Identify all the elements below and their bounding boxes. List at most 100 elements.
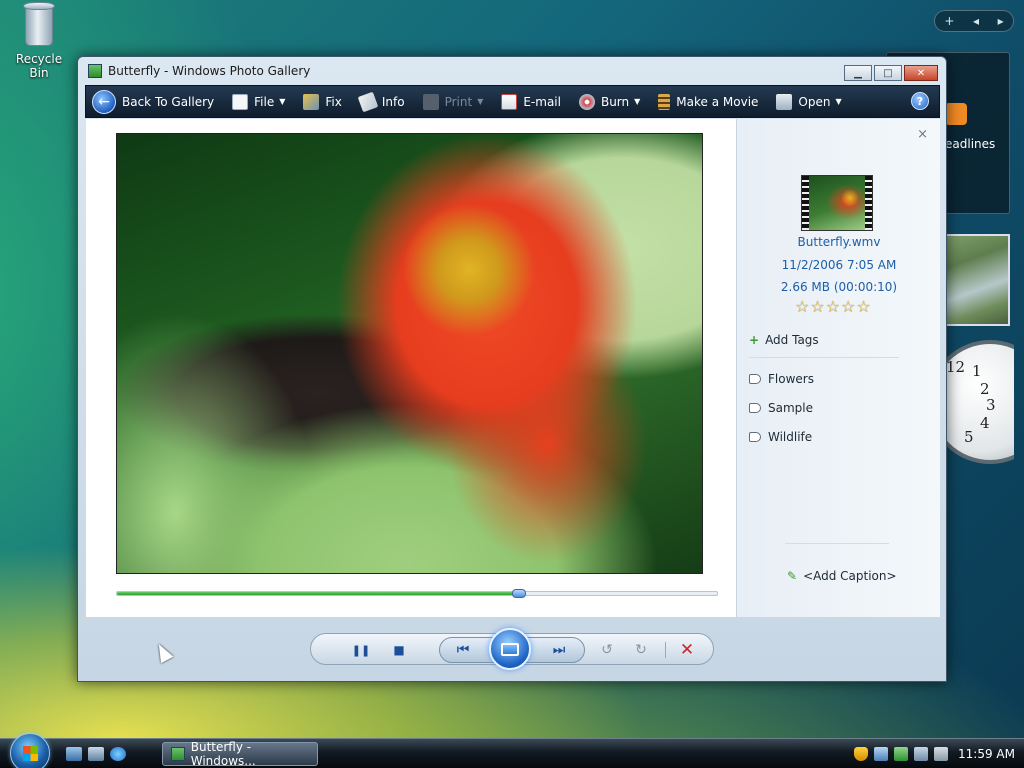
chevron-down-icon: ▼ xyxy=(835,97,842,106)
file-name[interactable]: Butterfly.wmv xyxy=(737,235,941,249)
tag-label: Wildlife xyxy=(768,430,813,444)
tag-label: Sample xyxy=(768,401,813,415)
recycle-bin-icon xyxy=(22,2,56,46)
security-shield-icon[interactable] xyxy=(854,747,868,761)
file-size: 2.66 MB (00:00:10) xyxy=(780,280,898,294)
playback-controls: ❚❚ ■ ⏮ ⏭ ↺ ↻ ✕ xyxy=(310,628,714,670)
tag-icon xyxy=(749,403,761,413)
tag-item[interactable]: Flowers xyxy=(749,372,814,386)
pause-button[interactable]: ❚❚ xyxy=(351,640,371,660)
email-button[interactable]: E-mail xyxy=(501,93,561,110)
taskbar-photo-gallery-button[interactable]: Butterfly - Windows... xyxy=(162,740,318,768)
add-caption-button[interactable]: ✎ <Add Caption> xyxy=(787,569,897,583)
slideshow-button[interactable] xyxy=(489,628,531,670)
video-thumbnail xyxy=(801,175,873,231)
close-info-pane-button[interactable]: × xyxy=(917,127,928,142)
media-viewer xyxy=(86,119,736,617)
envelope-icon xyxy=(501,93,518,110)
sync-center-icon[interactable] xyxy=(874,747,888,761)
recycle-bin-desktop-icon[interactable]: Recycle Bin xyxy=(8,2,70,80)
info-pane: × Butterfly.wmv 11/2/2006 7:05 AM 2.66 M… xyxy=(736,119,940,617)
start-button[interactable] xyxy=(10,733,50,768)
slideshow-gadget[interactable] xyxy=(940,234,1010,326)
print-menu-button[interactable]: Print ▼ xyxy=(422,93,484,110)
printer-icon xyxy=(422,93,439,110)
switch-windows-icon[interactable] xyxy=(88,747,104,761)
tag-icon xyxy=(357,91,379,112)
clock-number: 5 xyxy=(964,428,974,446)
rotate-counterclockwise-button[interactable]: ↺ xyxy=(597,640,617,660)
back-arrow-icon: ← xyxy=(92,89,116,114)
burn-menu-button[interactable]: Burn ▼ xyxy=(578,93,641,110)
divider xyxy=(749,357,899,358)
star-icon[interactable]: ☆ xyxy=(826,297,840,316)
file-label: File xyxy=(254,94,275,109)
add-tags-button[interactable]: + Add Tags xyxy=(749,333,819,347)
minimize-button[interactable]: ▁ xyxy=(844,65,872,81)
star-icon[interactable]: ☆ xyxy=(810,297,824,316)
sidebar-gadget-controls: + ◂ ▸ xyxy=(934,10,1014,32)
add-tags-label: Add Tags xyxy=(765,333,819,347)
video-frame[interactable] xyxy=(116,133,703,574)
file-menu-button[interactable]: File ▼ xyxy=(232,93,285,110)
window-title: Butterfly - Windows Photo Gallery xyxy=(108,64,311,78)
tag-icon xyxy=(749,432,761,442)
help-button[interactable]: ? xyxy=(911,92,929,110)
photo-gallery-app-icon xyxy=(88,64,102,78)
add-caption-label: <Add Caption> xyxy=(803,569,897,583)
seek-thumb[interactable] xyxy=(512,589,526,598)
slideshow-icon xyxy=(501,642,519,656)
disc-icon xyxy=(578,93,595,110)
volume-muted-icon[interactable] xyxy=(934,747,948,761)
maximize-button[interactable]: □ xyxy=(874,65,902,81)
star-icon[interactable]: ☆ xyxy=(841,297,855,316)
tag-item[interactable]: Wildlife xyxy=(749,430,812,444)
controls-separator xyxy=(665,642,666,658)
print-label: Print xyxy=(444,94,473,109)
make-a-movie-button[interactable]: Make a Movie xyxy=(658,93,758,110)
taskbar-clock[interactable]: 11:59 AM xyxy=(958,747,1015,761)
chevron-down-icon: ▼ xyxy=(477,97,484,106)
back-to-gallery-button[interactable]: ← Back To Gallery xyxy=(86,89,214,114)
network-icon[interactable] xyxy=(914,747,928,761)
rating-stars[interactable]: ☆ ☆ ☆ ☆ ☆ xyxy=(795,297,872,316)
film-strip-right xyxy=(865,176,872,230)
clock-number: 4 xyxy=(980,414,990,432)
feed-gadget-label: eadlines xyxy=(945,137,996,151)
gadget-prev-button[interactable]: ◂ xyxy=(973,14,979,28)
file-date[interactable]: 11/2/2006 7:05 AM xyxy=(737,258,941,272)
open-label: Open xyxy=(798,94,831,109)
internet-explorer-icon[interactable] xyxy=(110,747,126,761)
chevron-down-icon: ▼ xyxy=(634,97,641,106)
recycle-bin-label: Recycle Bin xyxy=(15,52,63,80)
film-strip-left xyxy=(802,176,809,230)
rss-icon xyxy=(945,103,967,125)
photo-gallery-window: Butterfly - Windows Photo Gallery ▁ □ ✕ … xyxy=(77,56,947,682)
fix-button[interactable]: Fix xyxy=(303,93,342,110)
star-icon[interactable]: ☆ xyxy=(856,297,870,316)
gadget-next-button[interactable]: ▸ xyxy=(998,14,1004,28)
add-gadget-button[interactable]: + xyxy=(944,14,954,28)
next-button[interactable]: ⏭ xyxy=(549,640,569,660)
clock-number: 1 xyxy=(972,362,982,380)
open-menu-button[interactable]: Open ▼ xyxy=(776,93,842,110)
title-bar[interactable]: Butterfly - Windows Photo Gallery ▁ □ ✕ xyxy=(78,57,946,85)
seek-bar[interactable] xyxy=(116,589,718,598)
stop-button[interactable]: ■ xyxy=(389,640,409,660)
tag-icon xyxy=(749,374,761,384)
star-icon[interactable]: ☆ xyxy=(795,297,809,316)
close-button[interactable]: ✕ xyxy=(904,65,938,81)
film-icon xyxy=(658,93,671,110)
rotate-clockwise-button[interactable]: ↻ xyxy=(631,640,651,660)
open-window-icon xyxy=(776,93,793,110)
seek-bar-fill xyxy=(117,592,519,595)
clock-number: 12 xyxy=(946,358,966,376)
show-desktop-icon[interactable] xyxy=(66,747,82,761)
windows-defender-icon[interactable] xyxy=(894,747,908,761)
taskbar: Butterfly - Windows... 11:59 AM xyxy=(0,733,1024,768)
delete-button[interactable]: ✕ xyxy=(677,640,697,660)
tag-item[interactable]: Sample xyxy=(749,401,813,415)
info-button[interactable]: Info xyxy=(357,91,405,112)
clock-number: 3 xyxy=(986,396,996,414)
previous-button[interactable]: ⏮ xyxy=(453,640,473,660)
